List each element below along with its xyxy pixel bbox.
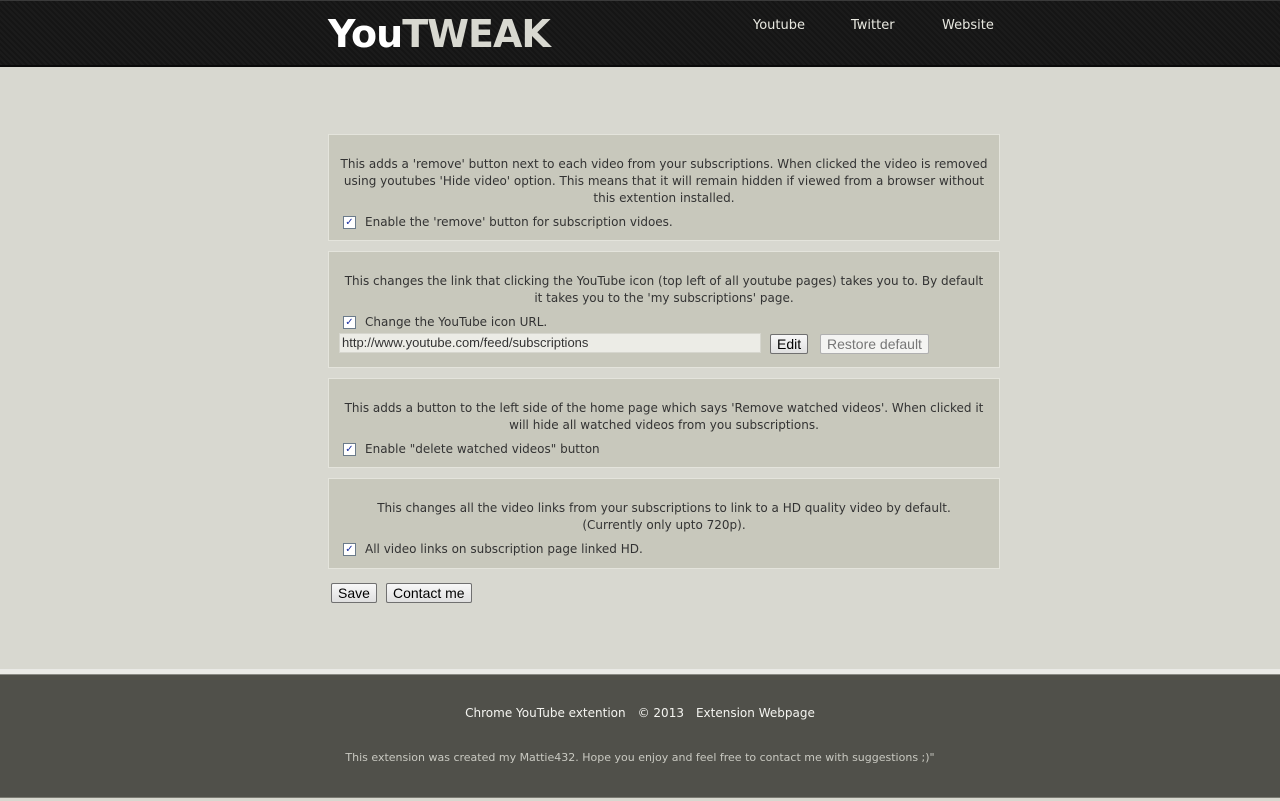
section-description: This adds a button to the left side of t… (344, 401, 984, 432)
restore-default-button[interactable]: Restore default (820, 334, 929, 354)
hd-links-option[interactable]: ✓ All video links on subscription page l… (343, 542, 643, 556)
checkbox-label: Enable "delete watched videos" button (365, 442, 600, 456)
checkbox-checked-icon[interactable]: ✓ (343, 215, 356, 229)
checkbox-label: Change the YouTube icon URL. (365, 315, 548, 329)
section-description: This changes all the video links from yo… (377, 501, 951, 532)
logo: YouTWEAK (328, 11, 551, 57)
section-description: This changes the link that clicking the … (344, 274, 984, 305)
footer-links: Chrome YouTube extention © 2013 Extension … (0, 706, 1280, 720)
footer-note: This extension was created my Mattie432.… (345, 751, 935, 764)
change-icon-url-option[interactable]: ✓ Change the YouTube icon URL. (343, 315, 547, 329)
footer-bottom-strip (0, 797, 1280, 801)
checkbox-label: Enable the 'remove' button for subscript… (365, 215, 673, 229)
section-description: This adds a 'remove' button next to each… (340, 157, 988, 205)
checkbox-checked-icon[interactable]: ✓ (343, 315, 356, 329)
footer: Chrome YouTube extention © 2013 Extension … (0, 675, 1280, 797)
checkbox-checked-icon[interactable]: ✓ (343, 442, 356, 456)
header-bar: YouTWEAK Youtube Twitter Website (0, 0, 1280, 67)
youtube-icon-url-section: This changes the link that clicking the … (328, 251, 1000, 368)
remove-button-option[interactable]: ✓ Enable the 'remove' button for subscri… (343, 215, 673, 229)
nav-twitter-link[interactable]: Twitter (851, 18, 895, 33)
nav-youtube-link[interactable]: Youtube (753, 18, 805, 33)
footer-copyright: © 2013 (637, 706, 684, 720)
checkbox-checked-icon[interactable]: ✓ (343, 542, 356, 556)
footer-app-name: Chrome YouTube extention (465, 706, 626, 720)
edit-button[interactable]: Edit (770, 334, 809, 354)
logo-you: You (328, 12, 403, 56)
checkbox-label: All video links on subscription page lin… (365, 542, 643, 556)
delete-watched-option[interactable]: ✓ Enable "delete watched videos" button (343, 442, 600, 456)
icon-url-input[interactable]: http://www.youtube.com/feed/subscription… (339, 333, 761, 353)
footer-webpage-link[interactable]: Extension Webpage (696, 706, 815, 720)
watched-videos-section: This adds a button to the left side of t… (328, 378, 1000, 468)
save-button[interactable]: Save (331, 583, 377, 603)
hd-links-section: This changes all the video links from yo… (328, 478, 1000, 569)
logo-tweak: TWEAK (402, 12, 551, 56)
contact-me-button[interactable]: Contact me (386, 583, 472, 603)
nav-website-link[interactable]: Website (942, 18, 994, 33)
remove-button-section: This adds a 'remove' button next to each… (328, 134, 1000, 241)
